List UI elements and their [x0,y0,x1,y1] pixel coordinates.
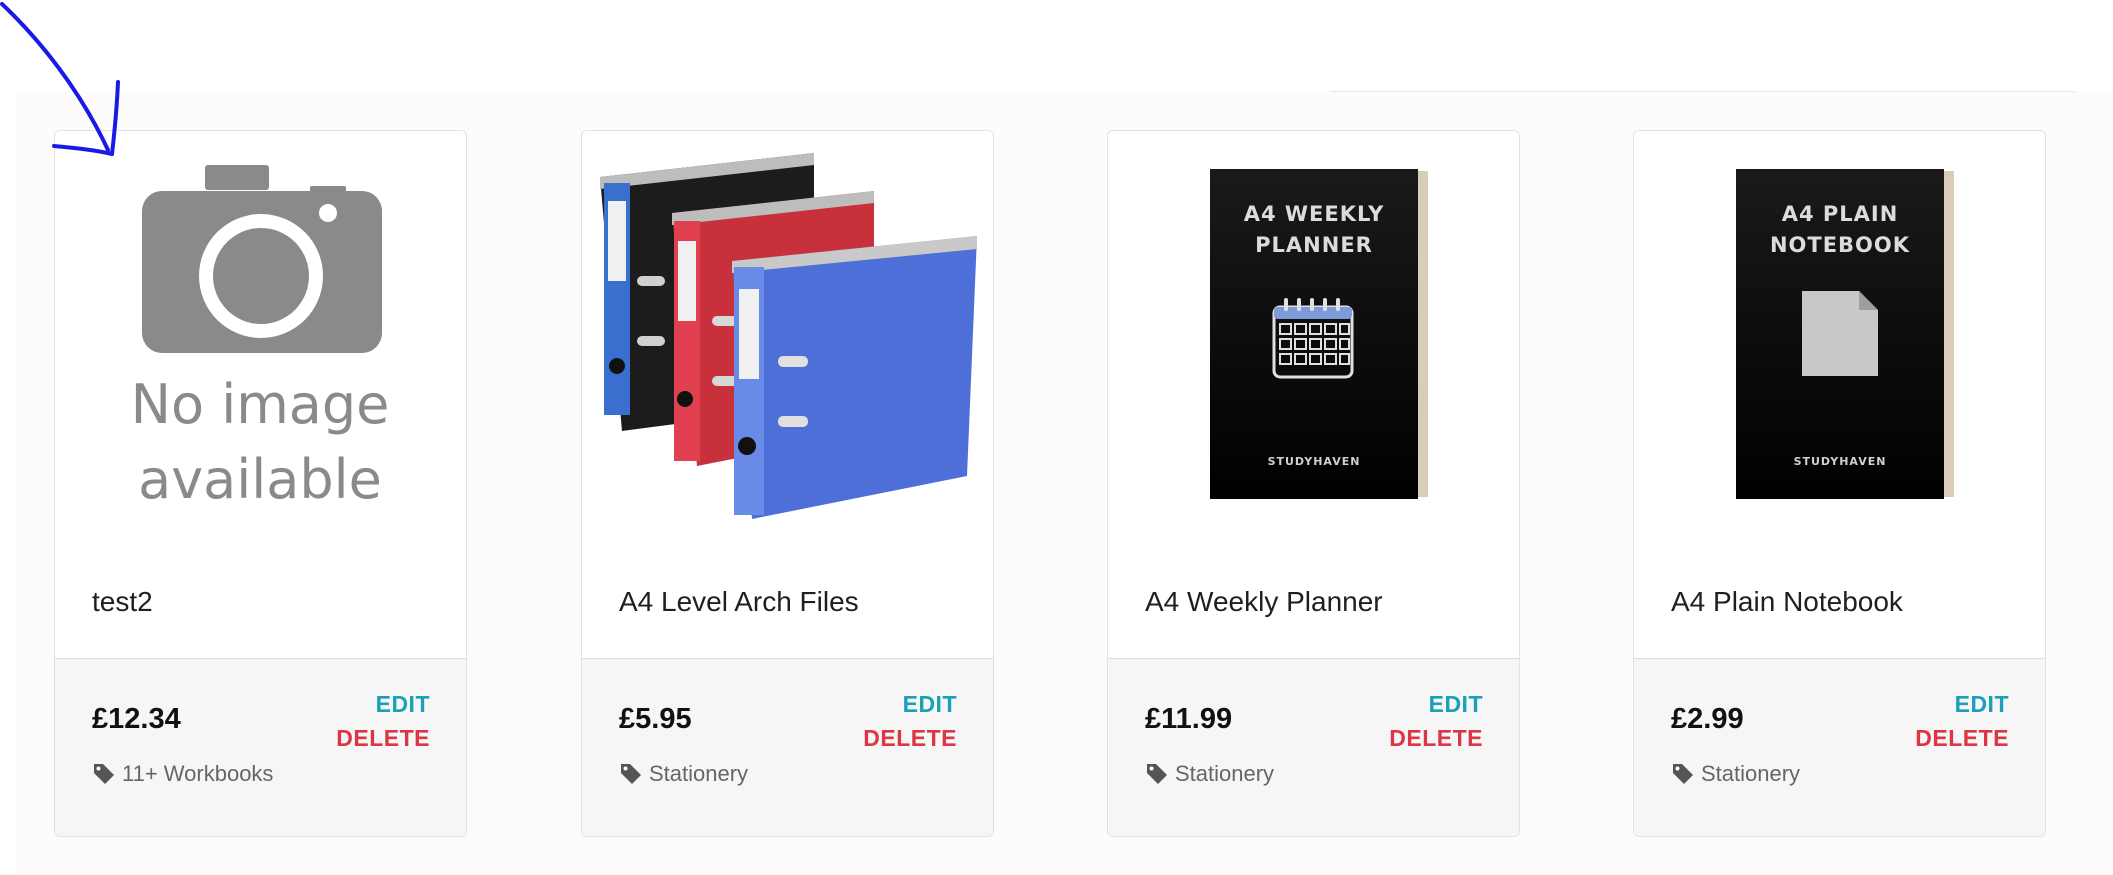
edit-button[interactable]: EDIT [376,691,430,718]
placeholder-text-line1: No image [131,373,390,436]
cover-title-line1: A4 WEEKLY [1244,202,1385,226]
divider [1330,91,2075,92]
cover-brand: STUDYHAVEN [1268,455,1361,468]
delete-button[interactable]: DELETE [336,725,430,752]
tag-icon [1147,764,1167,784]
weekly-planner-icon: A4 WEEKLY PLANNER STUDYHAVEN [1210,169,1428,499]
edit-button[interactable]: EDIT [1429,691,1483,718]
product-footer: £2.99 EDIT DELETE Stationery [1634,658,2045,836]
edit-button[interactable]: EDIT [903,691,957,718]
tag-icon [94,764,114,784]
cover-title-line2: NOTEBOOK [1770,233,1910,257]
placeholder-text-line2: available [138,448,382,511]
product-card: No image available test2 £12.34 EDIT DEL… [54,130,467,837]
category-label: Stationery [649,761,749,786]
delete-button[interactable]: DELETE [1915,725,2009,752]
product-image[interactable]: No image available [55,131,466,541]
product-card: A4 WEEKLY PLANNER STUDYHAVEN A4 Weekly P… [1107,130,1520,837]
delete-button[interactable]: DELETE [863,725,957,752]
no-image-placeholder-icon: No image available [131,165,390,511]
category-label: Stationery [1701,761,1801,786]
product-footer: £11.99 EDIT DELETE Stationery [1108,658,1519,836]
product-category[interactable]: 11+ Workbooks [92,761,273,787]
edit-button[interactable]: EDIT [1955,691,2009,718]
product-price: £5.95 [619,703,692,735]
product-image[interactable]: A4 PLAIN NOTEBOOK STUDYHAVEN [1634,131,2045,541]
product-category[interactable]: Stationery [1145,761,1274,787]
tag-icon [621,764,641,784]
lever-arch-files-icon [600,153,977,519]
product-title[interactable]: A4 Plain Notebook [1671,586,1903,618]
product-category[interactable]: Stationery [1671,761,1800,787]
cover-title-line2: PLANNER [1255,233,1373,257]
product-price: £2.99 [1671,703,1744,735]
category-label: Stationery [1175,761,1275,786]
product-price: £12.34 [92,703,181,735]
product-image[interactable]: A4 WEEKLY PLANNER STUDYHAVEN [1108,131,1519,541]
product-title[interactable]: A4 Weekly Planner [1145,586,1383,618]
cover-title-line1: A4 PLAIN [1782,202,1899,226]
product-card: A4 PLAIN NOTEBOOK STUDYHAVEN A4 Plain No… [1633,130,2046,837]
product-price: £11.99 [1145,703,1233,735]
cover-brand: STUDYHAVEN [1794,455,1887,468]
tag-icon [1673,764,1693,784]
plain-notebook-icon: A4 PLAIN NOTEBOOK STUDYHAVEN [1736,169,1954,499]
product-title[interactable]: A4 Level Arch Files [619,586,859,618]
product-footer: £5.95 EDIT DELETE Stationery [582,658,993,836]
product-category[interactable]: Stationery [619,761,748,787]
delete-button[interactable]: DELETE [1389,725,1483,752]
product-image[interactable] [582,131,993,541]
product-title[interactable]: test2 [92,586,153,618]
product-footer: £12.34 EDIT DELETE 11+ Workbooks [55,658,466,836]
category-label: 11+ Workbooks [122,761,274,786]
page: No image available test2 £12.34 EDIT DEL… [0,0,2113,875]
product-card: A4 Level Arch Files £5.95 EDIT DELETE St… [581,130,994,837]
